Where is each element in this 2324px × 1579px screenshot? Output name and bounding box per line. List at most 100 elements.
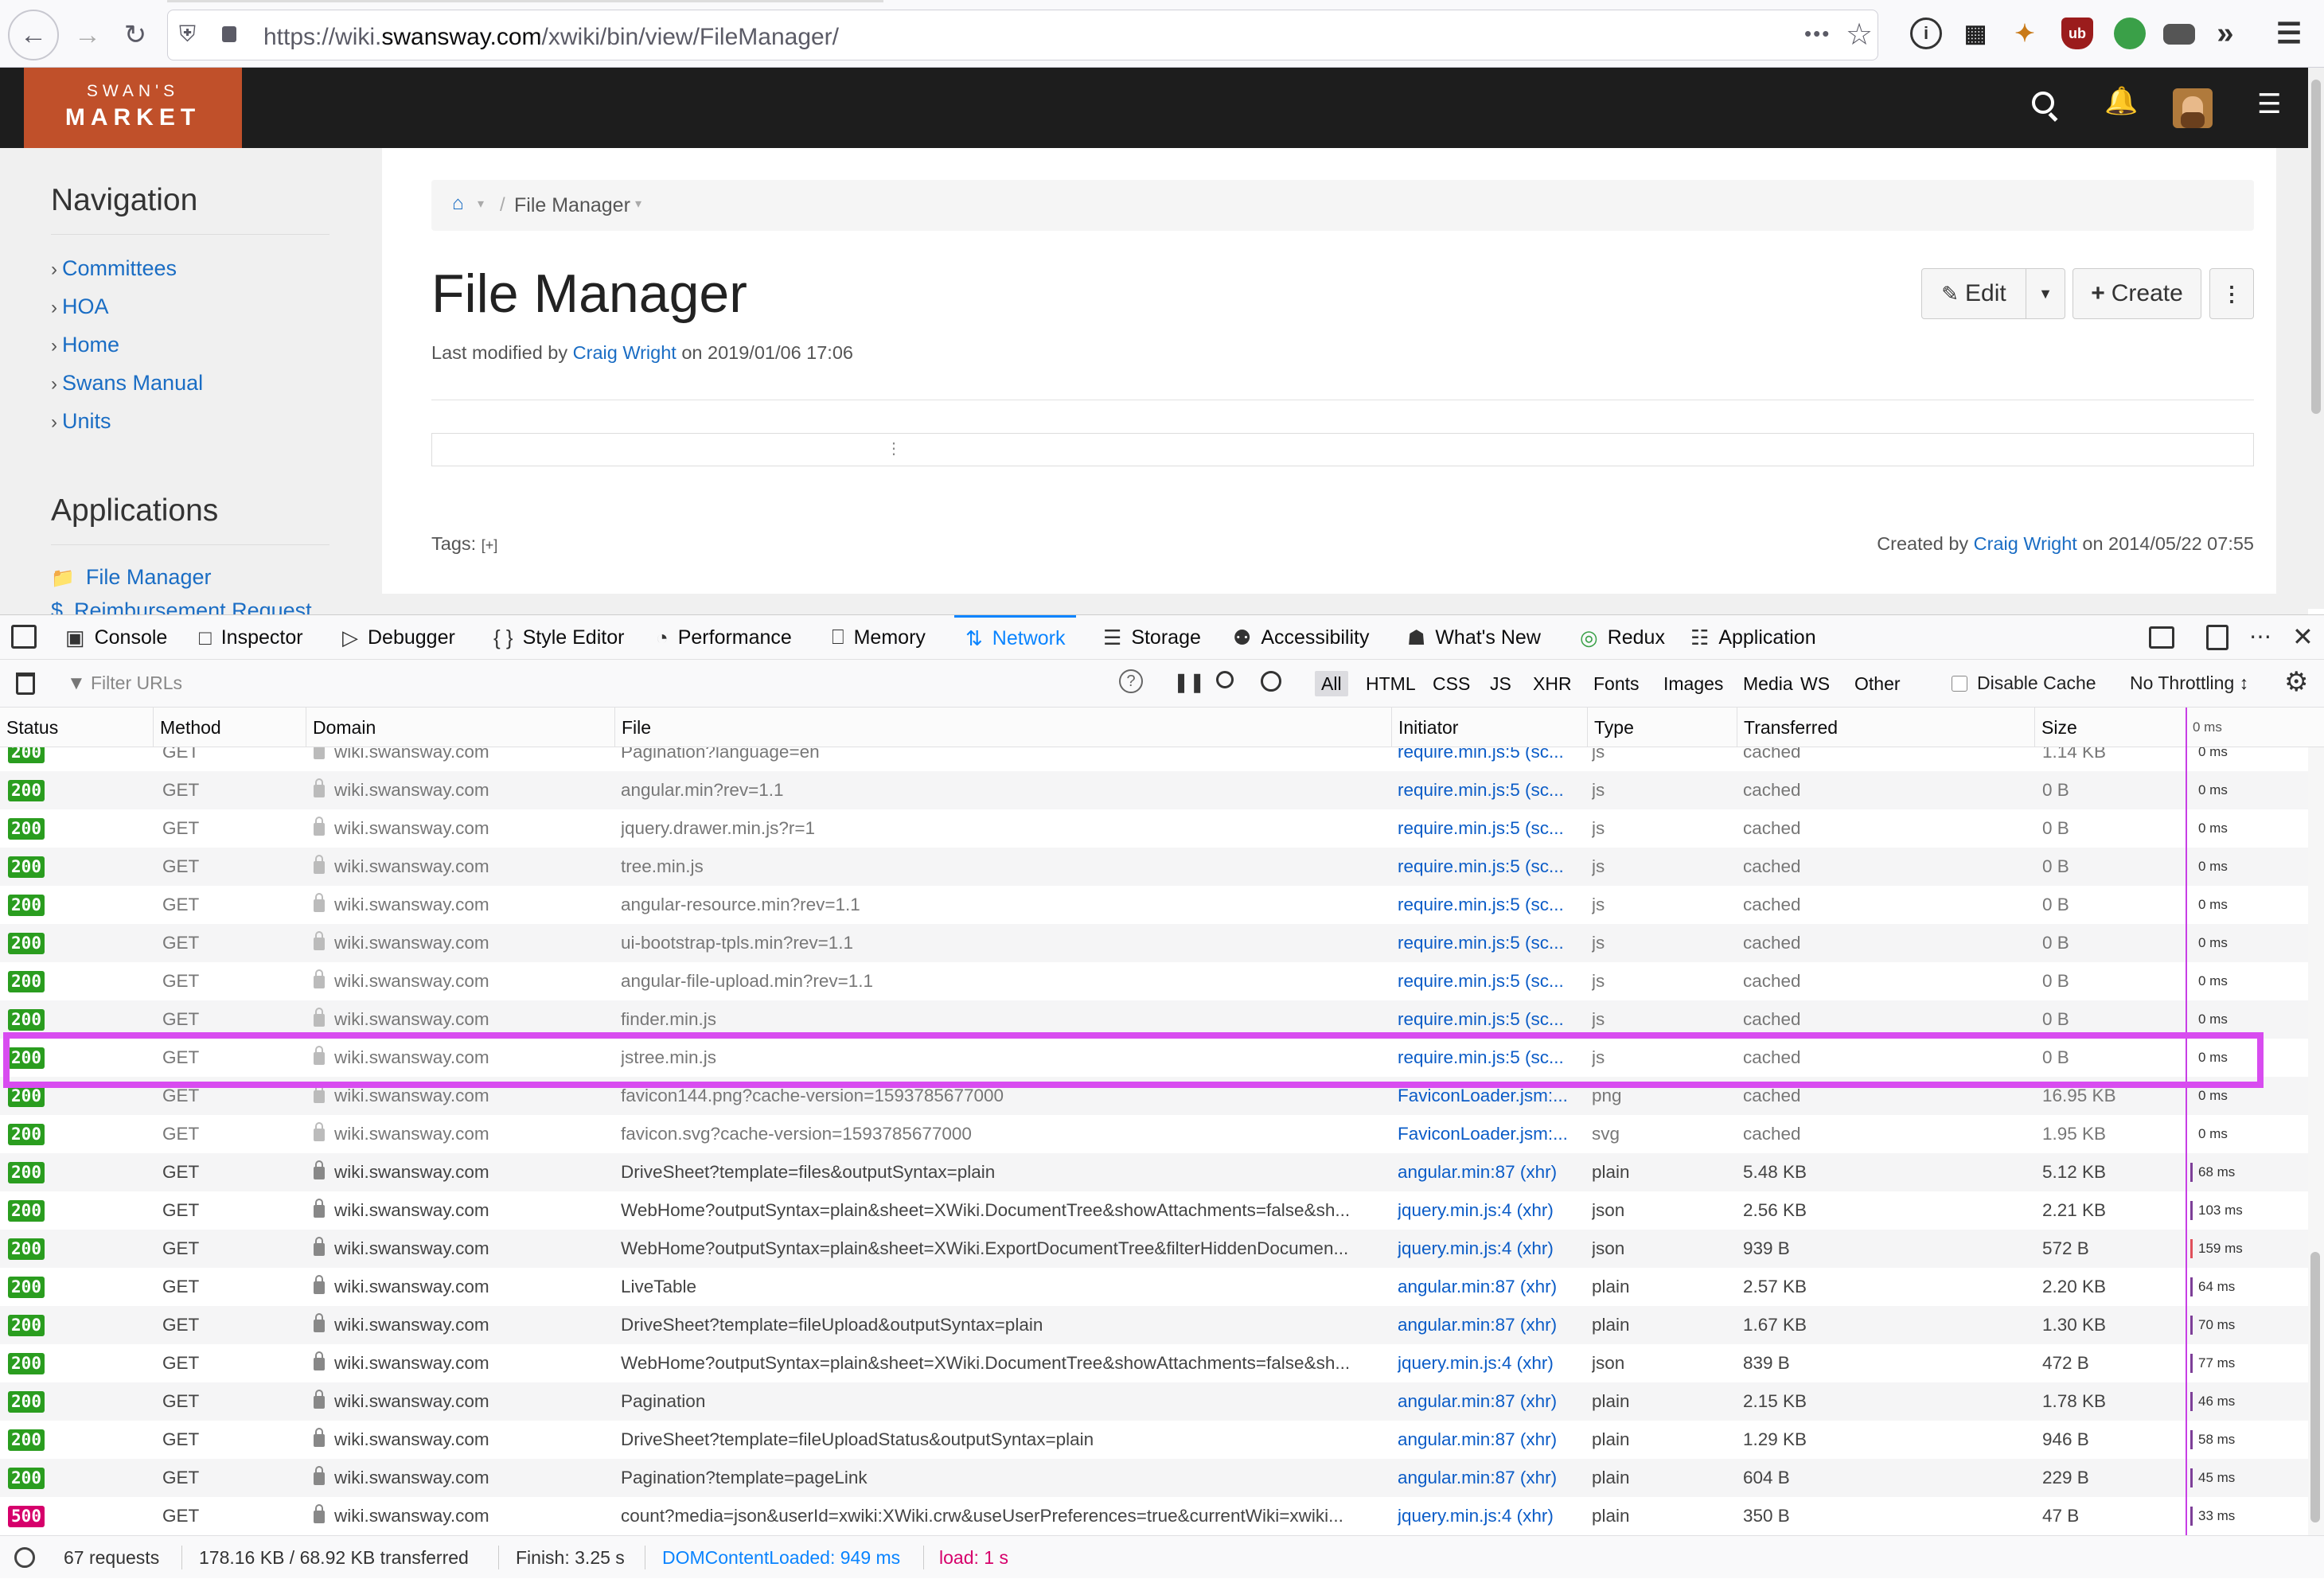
extension-green-icon[interactable] <box>2114 18 2146 49</box>
element-picker-icon[interactable] <box>11 625 37 649</box>
close-devtools-icon[interactable]: ✕ <box>2292 622 2314 652</box>
filter-ws[interactable]: WS <box>1800 671 1830 696</box>
extension-info-icon[interactable]: i <box>1910 18 1942 49</box>
cell-initiator[interactable]: jquery.min.js:4 (xhr) <box>1398 1230 1585 1268</box>
devtools-more-icon[interactable]: ⋯ <box>2249 623 2271 649</box>
column-header-initiator[interactable]: Initiator <box>1391 708 1587 747</box>
cell-initiator[interactable]: require.min.js:5 (sc... <box>1398 747 1585 771</box>
filter-css[interactable]: CSS <box>1433 671 1470 696</box>
filter-fonts[interactable]: Fonts <box>1593 671 1640 696</box>
tab-style-editor[interactable]: { } Style Editor <box>493 615 624 660</box>
breadcrumb-current[interactable]: File Manager <box>514 194 630 217</box>
help-icon[interactable]: ? <box>1119 669 1143 693</box>
splitter-handle[interactable]: ⋮ <box>886 439 902 458</box>
tab-storage[interactable]: ☰ Storage <box>1103 615 1201 660</box>
cell-initiator[interactable]: require.min.js:5 (sc... <box>1398 848 1585 886</box>
filter-html[interactable]: HTML <box>1366 671 1416 696</box>
filter-images[interactable]: Images <box>1663 671 1723 696</box>
cell-initiator[interactable]: angular.min:87 (xhr) <box>1398 1153 1585 1191</box>
extension-box-icon[interactable] <box>2163 24 2195 45</box>
bookmark-star-icon[interactable]: ☆ <box>1846 17 1873 53</box>
more-actions-button[interactable]: ⋮ <box>2209 268 2254 319</box>
table-row[interactable]: 200 GET wiki.swansway.com DriveSheet?templa… <box>0 1153 2308 1191</box>
cell-initiator[interactable]: angular.min:87 (xhr) <box>1398 1306 1585 1344</box>
reload-icon[interactable]: ↻ <box>111 11 159 59</box>
nav-item-3[interactable]: › Swans Manual <box>51 371 203 396</box>
home-icon[interactable]: ⌂ <box>452 193 464 215</box>
create-button[interactable]: + Create <box>2072 268 2201 319</box>
add-tag-link[interactable]: [+] <box>482 537 498 553</box>
extension-grid-icon[interactable]: ▦ <box>1959 18 1991 49</box>
back-icon[interactable]: ← <box>8 10 59 60</box>
page-scrollbar-thumb[interactable] <box>2311 80 2321 414</box>
file-manager-area[interactable]: ⋮ <box>431 433 2254 466</box>
overflow-menu-icon[interactable]: » <box>2209 17 2241 50</box>
filter-urls-input[interactable]: Filter URLs <box>91 673 1102 694</box>
nav-item-0[interactable]: › Committees <box>51 256 177 281</box>
cell-initiator[interactable]: jquery.min.js:4 (xhr) <box>1398 1344 1585 1382</box>
url-text[interactable]: https://wiki.swansway.com/xwiki/bin/view… <box>263 24 839 51</box>
disable-cache-label[interactable]: Disable Cache <box>1977 673 2096 694</box>
table-row[interactable]: 200 GET wiki.swansway.com DriveSheet?templa… <box>0 1421 2308 1459</box>
tab-debugger[interactable]: ▷ Debugger <box>342 615 455 660</box>
table-row[interactable]: 500 GET wiki.swansway.com count?media=json&… <box>0 1497 2308 1535</box>
cell-initiator[interactable]: require.min.js:5 (sc... <box>1398 962 1585 1000</box>
table-row[interactable]: 200 GET wiki.swansway.com WebHome?outputSyn… <box>0 1191 2308 1230</box>
column-header-method[interactable]: Method <box>153 708 306 747</box>
dock-icon[interactable] <box>2206 625 2228 650</box>
column-header-file[interactable]: File <box>614 708 1391 747</box>
app-item-reimbursement[interactable]: $ Reimbursement Request <box>51 598 312 614</box>
app-item-file-manager[interactable]: 📁 File Manager <box>51 565 211 590</box>
nav-item-1[interactable]: › HOA <box>51 294 109 319</box>
tab-redux[interactable]: ◎ Redux <box>1580 615 1665 660</box>
pause-icon[interactable]: ❚❚ <box>1173 671 1205 694</box>
table-row[interactable]: 200 GET wiki.swansway.com ui-bootstrap-tpls… <box>0 924 2308 962</box>
cell-initiator[interactable]: angular.min:87 (xhr) <box>1398 1459 1585 1497</box>
table-row[interactable]: 200 GET wiki.swansway.com Pagination?templa… <box>0 1459 2308 1497</box>
disable-cache-checkbox[interactable] <box>1952 676 1967 692</box>
cell-initiator[interactable]: FaviconLoader.jsm:... <box>1398 1115 1585 1153</box>
search-icon[interactable] <box>1216 671 1234 688</box>
filter-other[interactable]: Other <box>1854 671 1901 696</box>
block-icon[interactable] <box>1261 671 1281 692</box>
tab-application[interactable]: ☷ Application <box>1690 615 1816 660</box>
url-bar[interactable]: ⛨ https://wiki.swansway.com/xwiki/bin/vi… <box>167 10 1878 60</box>
breadcrumb-caret-icon[interactable]: ▾ <box>478 196 484 212</box>
table-row[interactable]: 200 GET wiki.swansway.com DriveSheet?templa… <box>0 1306 2308 1344</box>
nav-item-2[interactable]: › Home <box>51 333 119 357</box>
notifications-icon[interactable]: 🔔 <box>2104 85 2138 117</box>
filter-all[interactable]: All <box>1315 671 1348 696</box>
table-row[interactable]: 200 GET wiki.swansway.com angular-file-uplo… <box>0 962 2308 1000</box>
ublock-icon[interactable]: ub <box>2061 18 2093 49</box>
hamburger-menu-icon[interactable]: ☰ <box>2273 17 2305 49</box>
creator-link[interactable]: Craig Wright <box>1974 533 2077 554</box>
clear-trash-icon[interactable] <box>16 673 35 695</box>
table-row[interactable]: 200 GET wiki.swansway.com Pagination angular… <box>0 1382 2308 1421</box>
site-logo[interactable]: SWAN'S MARKET <box>24 68 242 148</box>
requests-scrollbar-thumb[interactable] <box>2310 1252 2320 1522</box>
table-row[interactable]: 200 GET wiki.swansway.com angular.min?rev=1… <box>0 771 2308 809</box>
column-header-size[interactable]: Size <box>2034 708 2186 747</box>
cell-initiator[interactable]: jquery.min.js:4 (xhr) <box>1398 1497 1585 1535</box>
column-header-0-ms[interactable]: 0 ms <box>2186 708 2308 747</box>
menu-icon[interactable]: ☰ <box>2257 88 2281 120</box>
page-actions-icon[interactable]: ••• <box>1804 21 1831 46</box>
tab-console[interactable]: ▣ Console <box>65 615 167 660</box>
cell-initiator[interactable]: require.min.js:5 (sc... <box>1398 771 1585 809</box>
tab-accessibility[interactable]: ⚉ Accessibility <box>1233 615 1369 660</box>
author-link[interactable]: Craig Wright <box>573 342 677 363</box>
filter-xhr[interactable]: XHR <box>1533 671 1572 696</box>
cell-initiator[interactable]: jquery.min.js:4 (xhr) <box>1398 1191 1585 1230</box>
table-row[interactable]: 200 GET wiki.swansway.com jquery.drawer.min… <box>0 809 2308 848</box>
table-row[interactable]: 200 GET wiki.swansway.com WebHome?outputSyn… <box>0 1344 2308 1382</box>
tab-network[interactable]: ⇅ Network <box>954 615 1077 660</box>
forward-icon[interactable]: → <box>64 11 111 59</box>
tab-what-s-new[interactable]: ☗ What's New <box>1407 615 1541 660</box>
lock-icon[interactable] <box>222 26 236 42</box>
shield-icon[interactable]: ⛨ <box>179 21 196 48</box>
filter-js[interactable]: JS <box>1490 671 1511 696</box>
throttling-select[interactable]: No Throttling ↕ <box>2130 673 2248 694</box>
table-row[interactable]: 200 GET wiki.swansway.com angular-resource.… <box>0 886 2308 924</box>
cell-initiator[interactable]: require.min.js:5 (sc... <box>1398 924 1585 962</box>
tab-inspector[interactable]: □ Inspector <box>199 615 303 660</box>
